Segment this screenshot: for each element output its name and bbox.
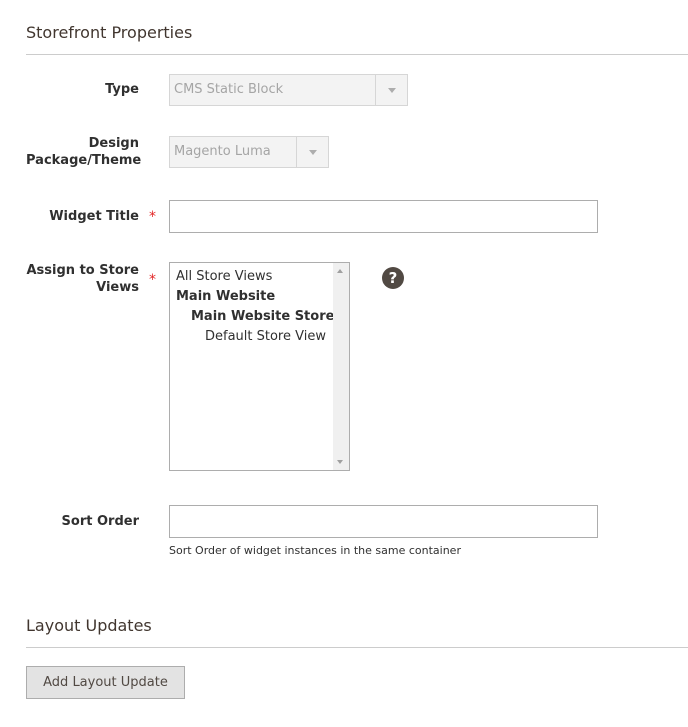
sort-order-label: Sort Order <box>61 514 139 529</box>
chevron-down-icon <box>388 88 396 93</box>
store-view-option-all[interactable]: All Store Views <box>176 268 272 286</box>
storefront-properties-title: Storefront Properties <box>26 23 193 42</box>
sort-order-note: Sort Order of widget instances in the sa… <box>169 544 461 557</box>
scroll-down-icon[interactable] <box>337 460 343 464</box>
sort-order-input[interactable] <box>169 505 598 538</box>
storefront-divider <box>26 54 688 55</box>
type-select-arrow <box>375 75 407 105</box>
store-view-option-default[interactable]: Default Store View <box>205 328 326 346</box>
widget-form-page: Storefront Properties Type CMS Static Bl… <box>0 0 688 727</box>
add-layout-update-button[interactable]: Add Layout Update <box>26 666 185 699</box>
chevron-down-icon <box>309 150 317 155</box>
widget-title-input[interactable] <box>169 200 598 233</box>
store-views-label-line1: Assign to Store <box>26 263 140 278</box>
layout-updates-title: Layout Updates <box>26 616 152 635</box>
widget-title-required-mark: * <box>149 209 156 225</box>
theme-label: Design Package/Theme <box>26 135 142 169</box>
layout-updates-divider <box>26 647 688 648</box>
store-views-multiselect[interactable]: All Store Views Main Website Main Websit… <box>169 262 350 471</box>
help-icon[interactable]: ? <box>382 267 404 289</box>
scroll-up-icon[interactable] <box>337 269 343 273</box>
theme-select-value: Magento Luma <box>174 144 271 159</box>
type-select-value: CMS Static Block <box>174 82 284 97</box>
theme-select-arrow <box>296 137 328 167</box>
type-label: Type <box>105 82 139 97</box>
type-select: CMS Static Block <box>169 74 408 106</box>
store-view-option-website: Main Website <box>176 289 276 304</box>
store-view-option-store: Main Website Store <box>191 309 335 324</box>
theme-select: Magento Luma <box>169 136 329 168</box>
theme-label-line1: Design <box>88 136 139 151</box>
store-views-label: Assign to Store Views <box>26 262 140 296</box>
store-views-label-line2: Views <box>96 280 139 295</box>
store-views-required-mark: * <box>149 272 156 288</box>
theme-label-line2: Package/Theme <box>26 153 142 168</box>
store-views-scrollbar[interactable] <box>333 263 349 470</box>
widget-title-label: Widget Title <box>49 209 139 224</box>
